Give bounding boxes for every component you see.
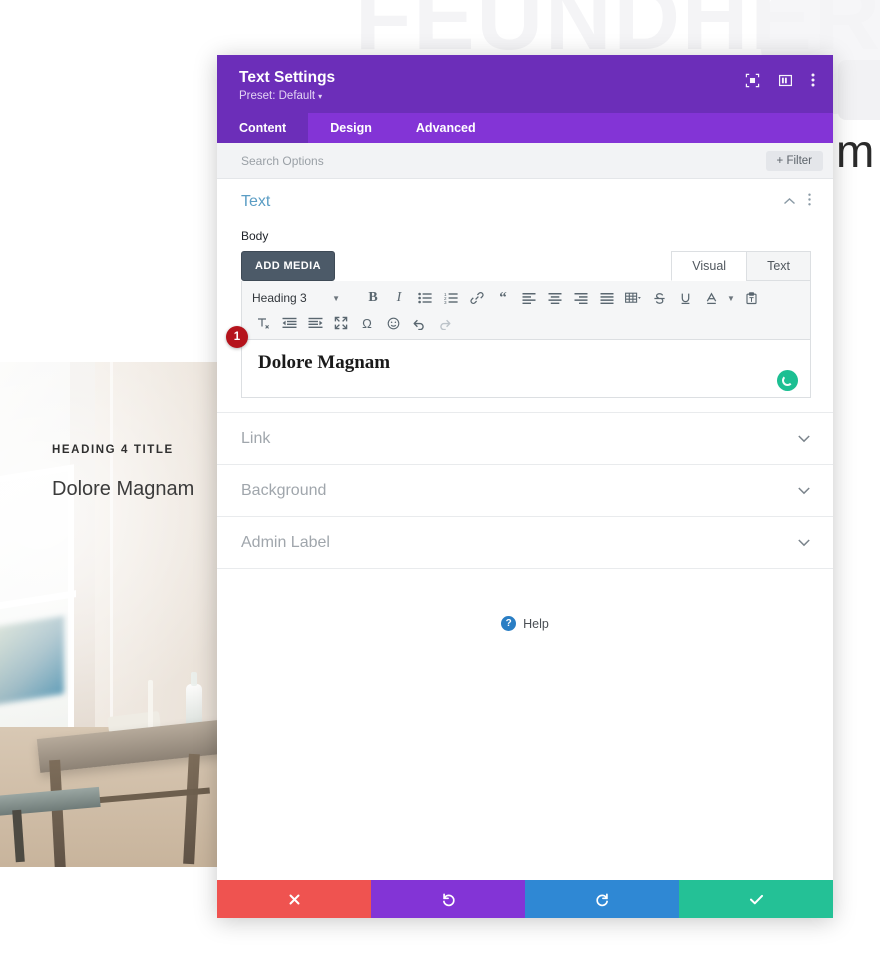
more-vertical-icon[interactable]: [811, 72, 815, 88]
preset-label: Preset: Default: [239, 90, 316, 102]
align-justify-icon[interactable]: [594, 286, 620, 310]
modal-title: Text Settings: [239, 69, 336, 86]
chevron-up-icon[interactable]: [783, 193, 796, 211]
fullscreen-icon[interactable]: [328, 311, 354, 335]
background-dark-word: m: [836, 125, 875, 177]
paste-as-text-icon[interactable]: [738, 286, 764, 310]
wp-editor: ADD MEDIA Visual Text Heading 3 ▼ B I 1 …: [226, 251, 811, 398]
photo-light-glare: [0, 362, 217, 867]
align-center-icon[interactable]: [542, 286, 568, 310]
cancel-button[interactable]: [217, 880, 371, 918]
text-color-icon[interactable]: [698, 286, 724, 310]
editor-toolbar: Heading 3 ▼ B I 123 “ ▼ Ω: [241, 281, 811, 340]
bulleted-list-icon[interactable]: [412, 286, 438, 310]
loading-spinner-icon: [777, 370, 798, 391]
chevron-down-icon: ▼: [332, 293, 340, 303]
add-media-button[interactable]: ADD MEDIA: [241, 251, 335, 281]
section-more-vertical-icon[interactable]: [808, 193, 811, 211]
photo-headline: Dolore Magnam: [52, 478, 195, 500]
layout-columns-icon[interactable]: [778, 73, 793, 88]
editor-top-bar: ADD MEDIA Visual Text: [241, 251, 811, 281]
undo-button[interactable]: [371, 880, 525, 918]
section-header-actions: [783, 193, 811, 211]
italic-icon[interactable]: I: [386, 286, 412, 310]
search-input[interactable]: Search Options: [241, 154, 324, 168]
modal-header: Text Settings Preset: Default ▾: [217, 55, 833, 113]
svg-text:3: 3: [444, 300, 447, 304]
editor-toolbar-row-1: Heading 3 ▼ B I 123 “ ▼: [250, 286, 802, 310]
editor-mode-tabs: Visual Text: [671, 251, 811, 281]
chevron-down-icon: [797, 534, 811, 552]
modal-header-titles: Text Settings Preset: Default ▾: [239, 69, 335, 102]
body-field-label: Body: [241, 229, 269, 243]
modal-body: Text Body ADD MEDIA Visual Text Heading …: [217, 179, 833, 880]
table-icon[interactable]: [620, 286, 646, 310]
accordion-title: Background: [241, 481, 327, 499]
modal-header-actions: [745, 69, 815, 88]
search-options-bar: Search Options + Filter: [217, 143, 833, 179]
text-settings-modal: Text Settings Preset: Default ▾ Content …: [217, 55, 833, 918]
tab-content[interactable]: Content: [217, 113, 309, 143]
outdent-icon[interactable]: [276, 311, 302, 335]
editor-content-text: Dolore Magnam: [258, 352, 391, 373]
section-title: Text: [241, 193, 271, 210]
step-badge-1: 1: [226, 326, 248, 348]
text-section: Text Body ADD MEDIA Visual Text Heading …: [217, 179, 833, 398]
numbered-list-icon[interactable]: 123: [438, 286, 464, 310]
underline-icon[interactable]: [672, 286, 698, 310]
accordion-title: Admin Label: [241, 533, 330, 551]
redo-button[interactable]: [525, 880, 679, 918]
accordion-link[interactable]: Link: [217, 412, 833, 464]
help-link[interactable]: ? Help: [217, 568, 833, 646]
align-right-icon[interactable]: [568, 286, 594, 310]
strikethrough-icon[interactable]: [646, 286, 672, 310]
tab-text[interactable]: Text: [746, 251, 811, 281]
redo-icon[interactable]: [432, 311, 458, 335]
focus-icon[interactable]: [745, 73, 760, 88]
format-select-value: Heading 3: [252, 291, 307, 305]
help-label: Help: [523, 616, 549, 631]
editor-content-area[interactable]: 1 Dolore Magnam: [226, 326, 811, 398]
bold-icon[interactable]: B: [360, 286, 386, 310]
undo-icon[interactable]: [406, 311, 432, 335]
indent-icon[interactable]: [302, 311, 328, 335]
accordion-title: Link: [241, 429, 271, 447]
preset-selector[interactable]: Preset: Default ▾: [239, 90, 335, 102]
add-filter-button[interactable]: + Filter: [765, 150, 823, 171]
text-section-header: Text: [241, 193, 811, 211]
accordion-background[interactable]: Background: [217, 464, 833, 516]
chevron-down-icon: [797, 482, 811, 500]
tab-visual[interactable]: Visual: [671, 251, 748, 281]
background-shape: [838, 60, 880, 120]
modal-tabs: Content Design Advanced: [217, 113, 833, 143]
tab-advanced[interactable]: Advanced: [394, 113, 498, 143]
photo-kicker: HEADING 4 TITLE: [52, 444, 174, 456]
tab-design[interactable]: Design: [308, 113, 394, 143]
chevron-down-icon: ▾: [318, 92, 323, 101]
blockquote-icon[interactable]: “: [490, 286, 516, 310]
editor-toolbar-row-2: Ω: [250, 311, 802, 335]
clear-formatting-icon[interactable]: [250, 311, 276, 335]
help-icon: ?: [501, 616, 517, 631]
format-select[interactable]: Heading 3 ▼: [250, 289, 346, 307]
align-left-icon[interactable]: [516, 286, 542, 310]
photo-text-block: HEADING 4 TITLE Dolore Magnam: [52, 444, 194, 501]
background-photo-card: HEADING 4 TITLE Dolore Magnam: [0, 362, 217, 867]
modal-footer: [217, 880, 833, 918]
save-button[interactable]: [679, 880, 833, 918]
accordion-admin-label[interactable]: Admin Label: [217, 516, 833, 568]
link-icon[interactable]: [464, 286, 490, 310]
emoji-icon[interactable]: [380, 311, 406, 335]
text-color-chevron-down-icon[interactable]: ▼: [724, 286, 738, 310]
chevron-down-icon: [797, 430, 811, 448]
special-character-icon[interactable]: Ω: [354, 311, 380, 335]
